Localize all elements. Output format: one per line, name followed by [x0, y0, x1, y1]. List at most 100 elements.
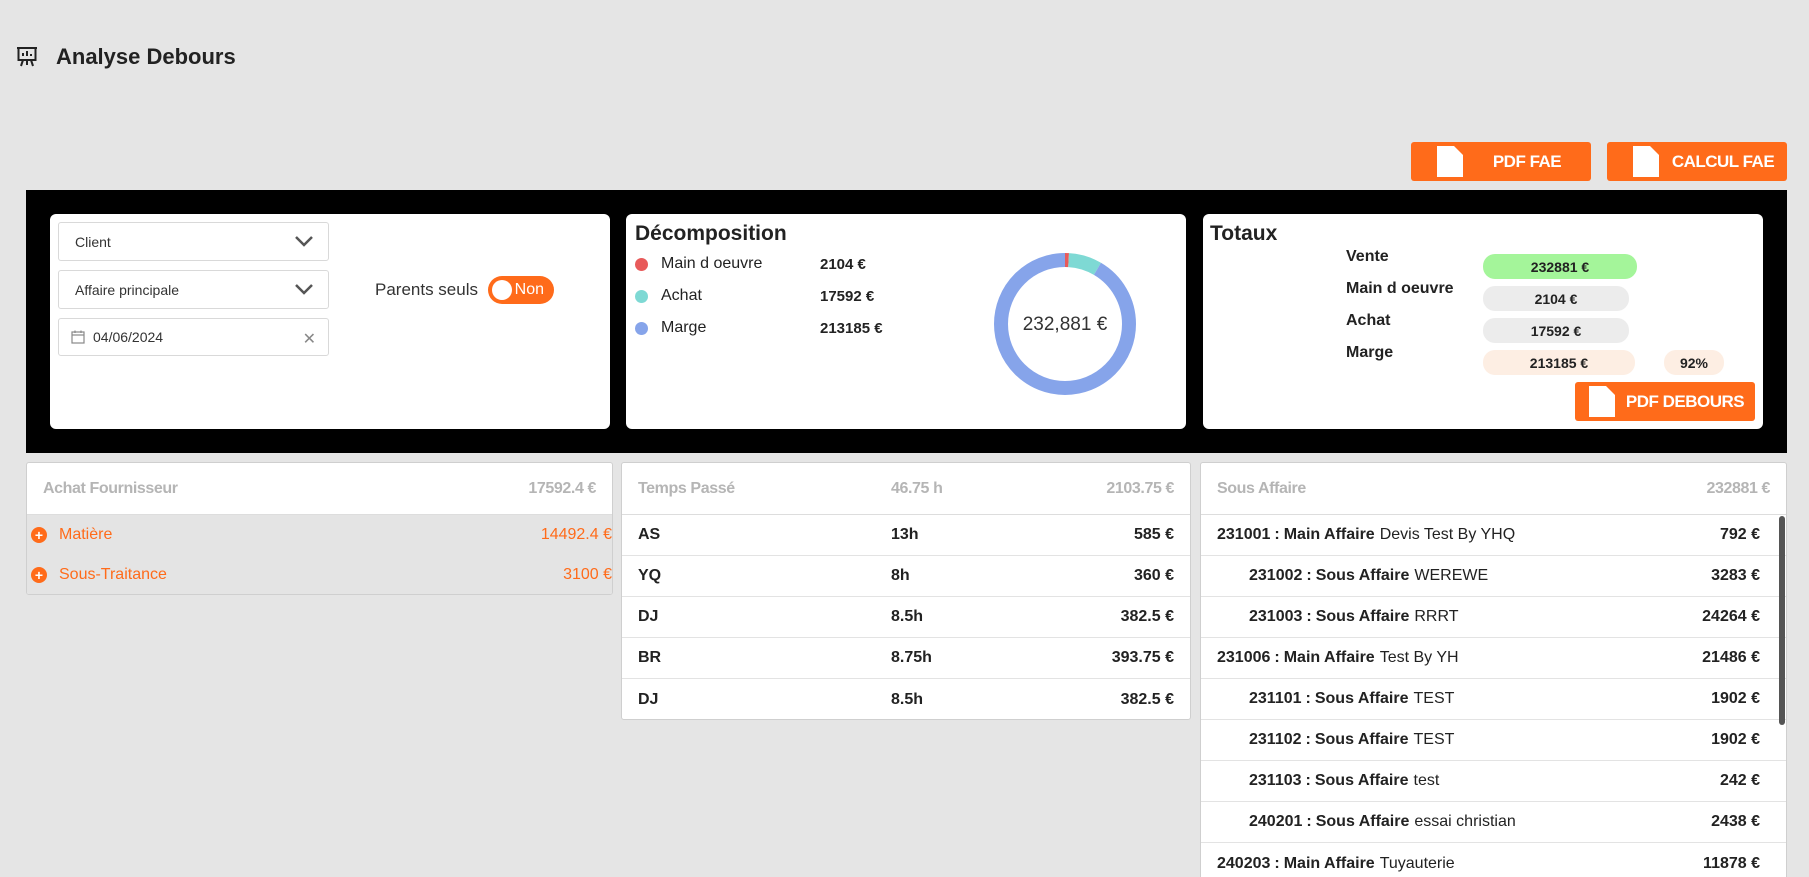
legend-value: 17592 €: [820, 287, 875, 305]
list-item[interactable]: 231102: Sous Affaire TEST 1902 €: [1201, 720, 1786, 761]
temps-passe-amount-total: 2103.75 €: [1106, 479, 1174, 497]
affaire-amount: 3283 €: [1711, 567, 1760, 584]
donut-chart: 232,881 €: [994, 253, 1136, 395]
achat-fournisseur-header: Achat Fournisseur 17592.4 €: [27, 463, 612, 515]
expand-icon[interactable]: +: [31, 567, 47, 583]
affaire-amount: 242 €: [1719, 772, 1760, 789]
achat-fournisseur-total: 17592.4 €: [528, 479, 596, 497]
list-item[interactable]: 231003: Sous Affaire RRRT 24264 €: [1201, 597, 1786, 638]
affaire-code: 231003: [1249, 608, 1303, 625]
parents-label: Parents seuls: [375, 280, 478, 299]
affaire-kind: Sous Affaire: [1315, 608, 1410, 625]
affaire-kind: Main Affaire: [1283, 854, 1375, 872]
document-icon: [1633, 146, 1659, 177]
affaire-select[interactable]: Affaire principale: [58, 270, 329, 309]
row-amount: 382.5 €: [1120, 690, 1174, 708]
date-picker[interactable]: 04/06/2024 ✕: [58, 318, 329, 356]
legend-item: Main d oeuvre 2104 €: [635, 255, 866, 273]
marge-percent: 92%: [1664, 350, 1724, 375]
decomposition-card: Décomposition Main d oeuvre 2104 € Achat…: [626, 214, 1186, 429]
affaire-kind: Sous Affaire: [1315, 567, 1410, 584]
page-title: Analyse Debours: [56, 44, 236, 69]
row-amount: 360 €: [1133, 567, 1174, 584]
affaire-kind: Sous Affaire: [1315, 813, 1410, 830]
affaire-amount: 11878 €: [1703, 854, 1760, 872]
legend-label: Achat: [661, 287, 702, 304]
affaire-name: TEST: [1413, 731, 1455, 748]
separator: :: [1274, 854, 1280, 872]
row-hours: 13h: [891, 526, 919, 543]
achat-fournisseur-title: Achat Fournisseur: [43, 479, 178, 497]
list-item[interactable]: 240203: Main Affaire Tuyauterie 11878 €: [1201, 843, 1786, 877]
list-item[interactable]: 231002: Sous Affaire WEREWE 3283 €: [1201, 556, 1786, 597]
achat-row-label: Matière: [59, 526, 113, 543]
separator: :: [1274, 649, 1280, 666]
affaire-name: essai christian: [1414, 813, 1516, 830]
row-hours: 8.75h: [891, 649, 932, 666]
list-item[interactable]: 240201: Sous Affaire essai christian 2438 €: [1201, 802, 1786, 843]
affaire-code: 231103: [1249, 772, 1302, 789]
affaire-code: 240203: [1217, 854, 1271, 872]
scrollbar[interactable]: [1779, 516, 1785, 725]
table-row: YQ 8h 360 €: [622, 556, 1190, 597]
parents-toggle[interactable]: Non: [488, 276, 554, 304]
row-hours: 8.5h: [891, 690, 924, 708]
list-item[interactable]: 231103: Sous Affaire test 242 €: [1201, 761, 1786, 802]
presentation-chart-icon: [16, 46, 38, 68]
achat-row-label: Sous-Traitance: [59, 566, 167, 583]
affaire-name: test: [1413, 772, 1440, 789]
expand-icon[interactable]: +: [31, 527, 47, 543]
document-icon: [1589, 386, 1615, 417]
affaire-code: 240201: [1249, 813, 1303, 830]
legend-label: Marge: [661, 319, 707, 336]
affaire-select-value: Affaire principale: [75, 281, 180, 298]
clear-icon[interactable]: ✕: [303, 329, 316, 349]
separator: :: [1306, 567, 1312, 584]
row-hours: 8h: [891, 567, 910, 584]
affaire-code: 231001: [1217, 526, 1271, 543]
row-amount: 393.75 €: [1111, 649, 1174, 666]
row-amount: 585 €: [1133, 526, 1174, 543]
affaire-kind: Sous Affaire: [1314, 772, 1409, 789]
achat-fournisseur-panel: Achat Fournisseur 17592.4 € + Matière 14…: [26, 462, 613, 595]
legend-dot: [635, 321, 648, 335]
row-who: DJ: [638, 690, 659, 708]
achat-row-value: 14492.4 €: [540, 526, 612, 543]
affaire-name: TEST: [1413, 690, 1455, 707]
separator: :: [1305, 772, 1311, 789]
client-select-value: Client: [75, 233, 111, 250]
pdf-debours-button[interactable]: PDF DEBOURS: [1575, 382, 1755, 421]
affaire-amount: 21486 €: [1702, 649, 1760, 666]
list-item[interactable]: 231101: Sous Affaire TEST 1902 €: [1201, 679, 1786, 720]
sous-affaire-header: Sous Affaire 232881 €: [1201, 463, 1786, 515]
list-item[interactable]: 231001: Main Affaire Devis Test By YHQ 792 …: [1201, 515, 1786, 556]
marge-value: 213185 €: [1483, 350, 1635, 375]
affaire-name: WEREWE: [1414, 567, 1489, 584]
achat-label: Achat: [1346, 312, 1391, 329]
row-hours: 8.5h: [891, 608, 924, 625]
affaire-amount: 1902 €: [1711, 690, 1760, 707]
separator: :: [1306, 813, 1312, 830]
sous-affaire-panel: Sous Affaire 232881 € 231001: Main Affair…: [1200, 462, 1787, 877]
calcul-fae-button[interactable]: CALCUL FAE: [1607, 142, 1787, 181]
pdf-fae-button[interactable]: PDF FAE: [1411, 142, 1591, 181]
achat-row-sous-traitance[interactable]: + Sous-Traitance 3100 €: [27, 555, 612, 594]
affaire-kind: Main Affaire: [1283, 526, 1375, 543]
chevron-down-icon: [295, 284, 313, 295]
client-select[interactable]: Client: [58, 222, 329, 261]
page-header: Analyse Debours: [16, 44, 236, 70]
achat-row-matiere[interactable]: + Matière 14492.4 €: [27, 515, 612, 555]
legend-value: 213185 €: [820, 319, 883, 337]
temps-passe-hours-total: 46.75 h: [891, 479, 943, 497]
legend-item: Achat 17592 €: [635, 287, 874, 305]
affaire-name: Tuyauterie: [1379, 854, 1455, 872]
table-row: AS 13h 585 €: [622, 515, 1190, 556]
date-value: 04/06/2024: [93, 329, 164, 345]
decomposition-title: Décomposition: [635, 222, 787, 245]
achat-value: 17592 €: [1483, 318, 1629, 343]
table-row: DJ 8.5h 382.5 €: [622, 679, 1190, 719]
toggle-label: Non: [514, 281, 544, 298]
list-item[interactable]: 231006: Main Affaire Test By YH 21486 €: [1201, 638, 1786, 679]
toggle-knob: [492, 280, 512, 300]
row-who: AS: [638, 526, 661, 543]
